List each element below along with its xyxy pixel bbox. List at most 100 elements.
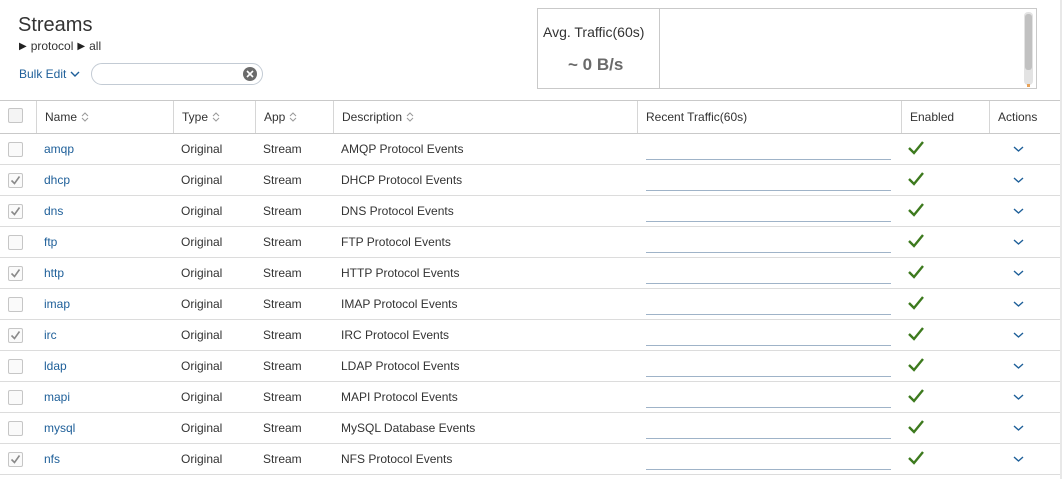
- table-row: irc Original Stream IRC Protocol Events: [0, 320, 1062, 351]
- column-header-name[interactable]: Name: [37, 101, 174, 133]
- row-checkbox[interactable]: [8, 390, 23, 405]
- sort-icon: [290, 112, 297, 122]
- breadcrumb: ▶ protocol ▶ all: [19, 39, 101, 53]
- chevron-down-icon[interactable]: [1013, 362, 1024, 370]
- stream-description: LDAP Protocol Events: [341, 359, 460, 373]
- table-row: nfs Original Stream NFS Protocol Events: [0, 444, 1062, 475]
- row-checkbox[interactable]: [8, 297, 23, 312]
- sort-icon: [406, 112, 414, 122]
- row-checkbox[interactable]: [8, 452, 23, 467]
- checkbox-check-icon: [10, 269, 21, 278]
- checkbox-check-icon: [10, 455, 21, 464]
- chevron-down-icon[interactable]: [1013, 393, 1024, 401]
- checkbox-check-icon: [10, 176, 21, 185]
- stream-description: DNS Protocol Events: [341, 204, 454, 218]
- checkmark-icon: [908, 451, 924, 465]
- chevron-down-icon[interactable]: [1013, 145, 1024, 153]
- scrollbar-thumb[interactable]: [1025, 14, 1032, 70]
- stream-type: Original: [181, 173, 223, 187]
- stream-description: NFS Protocol Events: [341, 452, 453, 466]
- traffic-scrollbar[interactable]: [1024, 12, 1033, 87]
- stream-app: Stream: [263, 297, 302, 311]
- row-checkbox[interactable]: [8, 421, 23, 436]
- stream-app: Stream: [263, 421, 302, 435]
- stream-name-link[interactable]: amqp: [44, 134, 74, 164]
- column-description-label: Description: [342, 110, 403, 124]
- stream-app: Stream: [263, 452, 302, 466]
- table-row: dhcp Original Stream DHCP Protocol Event…: [0, 165, 1062, 196]
- checkmark-icon: [908, 234, 924, 248]
- chevron-down-icon: [70, 71, 80, 77]
- stream-name-link[interactable]: imap: [44, 289, 70, 319]
- checkmark-icon: [908, 327, 924, 341]
- column-header-app[interactable]: App: [256, 101, 334, 133]
- column-header-description[interactable]: Description: [334, 101, 638, 133]
- stream-app: Stream: [263, 359, 302, 373]
- select-all-cell: [0, 101, 37, 133]
- row-checkbox[interactable]: [8, 173, 23, 188]
- chevron-down-icon[interactable]: [1013, 424, 1024, 432]
- traffic-sparkline: [646, 469, 891, 470]
- stream-app: Stream: [263, 204, 302, 218]
- traffic-sparkline: [646, 190, 891, 191]
- column-recent-traffic-label: Recent Traffic(60s): [646, 110, 748, 124]
- row-checkbox[interactable]: [8, 359, 23, 374]
- avg-traffic-panel: Avg. Traffic(60s) ~ 0 B/s: [537, 8, 1037, 89]
- traffic-sparkline: [646, 376, 891, 377]
- chevron-down-icon[interactable]: [1013, 176, 1024, 184]
- stream-description: HTTP Protocol Events: [341, 266, 460, 280]
- table-row: mapi Original Stream MAPI Protocol Event…: [0, 382, 1062, 413]
- traffic-sparkline: [646, 438, 891, 439]
- stream-description: FTP Protocol Events: [341, 235, 451, 249]
- stream-description: AMQP Protocol Events: [341, 142, 464, 156]
- stream-description: IRC Protocol Events: [341, 328, 450, 342]
- checkmark-icon: [908, 420, 924, 434]
- stream-name-link[interactable]: ftp: [44, 227, 57, 257]
- stream-name-link[interactable]: dns: [44, 196, 63, 226]
- row-checkbox[interactable]: [8, 328, 23, 343]
- breadcrumb-item-all[interactable]: all: [89, 39, 101, 53]
- column-app-label: App: [264, 110, 286, 124]
- row-checkbox[interactable]: [8, 142, 23, 157]
- stream-description: IMAP Protocol Events: [341, 297, 458, 311]
- checkmark-icon: [908, 358, 924, 372]
- column-header-recent-traffic: Recent Traffic(60s): [638, 101, 902, 133]
- bulk-edit-label: Bulk Edit: [19, 67, 67, 81]
- stream-name-link[interactable]: irc: [44, 320, 57, 350]
- select-all-checkbox[interactable]: [8, 108, 23, 123]
- breadcrumb-item-protocol[interactable]: protocol: [31, 39, 74, 53]
- stream-name-link[interactable]: http: [44, 258, 64, 288]
- traffic-sparkline: [646, 159, 891, 160]
- column-type-label: Type: [182, 110, 209, 124]
- stream-name-link[interactable]: mapi: [44, 382, 70, 412]
- chevron-down-icon[interactable]: [1013, 269, 1024, 277]
- stream-name-link[interactable]: mysql: [44, 413, 75, 443]
- table-body: amqp Original Stream AMQP Protocol Event…: [0, 134, 1062, 475]
- checkmark-icon: [908, 203, 924, 217]
- checkmark-icon: [908, 141, 924, 155]
- bulk-edit-button[interactable]: Bulk Edit: [19, 67, 80, 81]
- stream-app: Stream: [263, 173, 302, 187]
- chevron-down-icon[interactable]: [1013, 300, 1024, 308]
- chevron-down-icon[interactable]: [1013, 207, 1024, 215]
- column-header-actions: Actions: [990, 101, 1060, 133]
- row-checkbox[interactable]: [8, 266, 23, 281]
- chevron-down-icon[interactable]: [1013, 455, 1024, 463]
- scroll-indicator: [1027, 84, 1030, 87]
- stream-description: DHCP Protocol Events: [341, 173, 463, 187]
- stream-name-link[interactable]: ldap: [44, 351, 67, 381]
- stream-name-link[interactable]: nfs: [44, 444, 60, 474]
- column-header-type[interactable]: Type: [174, 101, 256, 133]
- row-checkbox[interactable]: [8, 204, 23, 219]
- search-input[interactable]: [102, 64, 242, 84]
- clear-search-icon[interactable]: [243, 67, 257, 81]
- traffic-sparkline: [646, 314, 891, 315]
- column-enabled-label: Enabled: [910, 110, 955, 124]
- checkmark-icon: [908, 172, 924, 186]
- traffic-sparkline: [646, 252, 891, 253]
- chevron-down-icon[interactable]: [1013, 331, 1024, 339]
- stream-name-link[interactable]: dhcp: [44, 165, 70, 195]
- stream-type: Original: [181, 235, 223, 249]
- chevron-down-icon[interactable]: [1013, 238, 1024, 246]
- row-checkbox[interactable]: [8, 235, 23, 250]
